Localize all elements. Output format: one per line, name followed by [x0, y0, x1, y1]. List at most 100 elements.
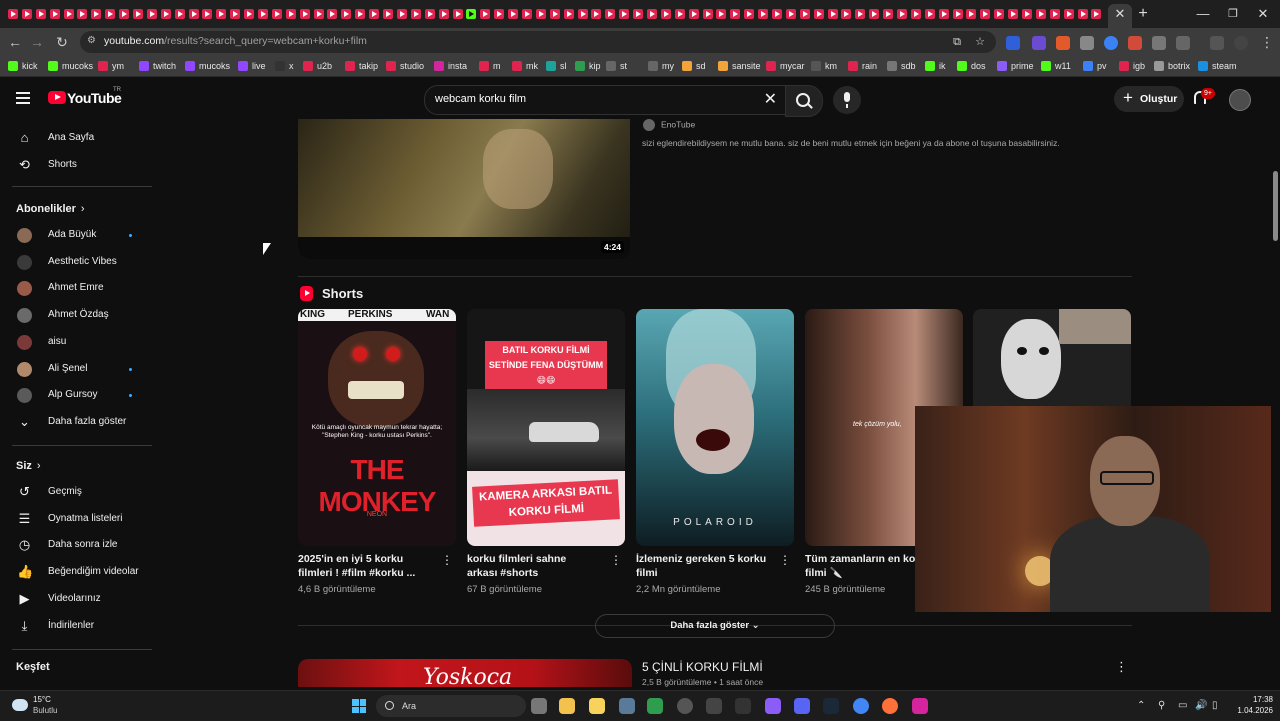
- youtube-tab[interactable]: [812, 7, 826, 21]
- bookmark-item[interactable]: st: [606, 59, 627, 73]
- youtube-tab[interactable]: [853, 7, 867, 21]
- bookmark-item[interactable]: sl: [546, 59, 567, 73]
- youtube-tab[interactable]: [256, 7, 270, 21]
- youtube-tab[interactable]: [867, 7, 881, 21]
- youtube-tab[interactable]: [89, 7, 103, 21]
- youtube-tab[interactable]: [159, 7, 173, 21]
- task-view-icon[interactable]: [531, 698, 547, 714]
- youtube-tab[interactable]: [589, 7, 603, 21]
- bookmark-item[interactable]: sansite: [718, 59, 761, 73]
- sidebar-item-you[interactable]: ▶ Videolarınız: [0, 588, 150, 610]
- youtube-tab[interactable]: [1034, 7, 1048, 21]
- extension-icon[interactable]: [1006, 36, 1020, 50]
- discord-icon[interactable]: [794, 698, 810, 714]
- youtube-tab[interactable]: [520, 7, 534, 21]
- sidebar-show-more[interactable]: ⌄ Daha fazla göster: [0, 411, 150, 433]
- bookmark-item[interactable]: takip: [345, 59, 378, 73]
- clear-search-icon[interactable]: ✕: [764, 89, 777, 109]
- bookmark-item[interactable]: sd: [682, 59, 706, 73]
- youtube-tab[interactable]: [1062, 7, 1076, 21]
- youtube-tab[interactable]: [562, 7, 576, 21]
- youtube-tab[interactable]: [117, 7, 131, 21]
- instagram-icon[interactable]: [912, 698, 928, 714]
- youtube-tab[interactable]: [742, 7, 756, 21]
- extensions-puzzle-icon[interactable]: [1176, 36, 1190, 50]
- minimize-button[interactable]: —: [1196, 5, 1210, 23]
- sidebar-item-you[interactable]: ◷ Daha sonra izle: [0, 534, 150, 556]
- youtube-tab[interactable]: [367, 7, 381, 21]
- youtube-tab[interactable]: [228, 7, 242, 21]
- youtube-tab[interactable]: [353, 7, 367, 21]
- bookmark-item[interactable]: mycar: [766, 59, 805, 73]
- clock-date[interactable]: 1.04.2026: [1220, 706, 1273, 715]
- sidebar-subscription[interactable]: Ahmet Emre: [0, 277, 150, 299]
- extension-icon[interactable]: [1032, 36, 1046, 50]
- short-title[interactable]: korku filmleri sahne arkası #shorts: [467, 552, 599, 580]
- weather-temp[interactable]: 15°C: [33, 695, 51, 704]
- youtube-tab[interactable]: [770, 7, 784, 21]
- youtube-tab[interactable]: [339, 7, 353, 21]
- youtube-tab[interactable]: [395, 7, 409, 21]
- app-icon[interactable]: [706, 698, 722, 714]
- channel-info[interactable]: EnoTube: [643, 119, 695, 131]
- bookmark-item[interactable]: dos: [957, 59, 986, 73]
- extension-icon[interactable]: [1080, 36, 1094, 50]
- youtube-tab[interactable]: [75, 7, 89, 21]
- bookmark-item[interactable]: ik: [925, 59, 946, 73]
- youtube-tab[interactable]: [923, 7, 937, 21]
- app-icon[interactable]: [765, 698, 781, 714]
- steam-icon[interactable]: [823, 698, 839, 714]
- page-scrollbar[interactable]: [1271, 119, 1280, 687]
- youtube-tab[interactable]: [173, 7, 187, 21]
- search-query-text[interactable]: webcam korku film: [435, 93, 526, 105]
- youtube-logo-icon[interactable]: [48, 91, 66, 104]
- sidebar-subscription[interactable]: Alp Gursoy: [0, 384, 150, 406]
- show-more-button[interactable]: Daha fazla göster ⌄: [595, 614, 835, 638]
- youtube-tab[interactable]: [576, 7, 590, 21]
- youtube-tab[interactable]: [298, 7, 312, 21]
- settings-app-icon[interactable]: [619, 698, 635, 714]
- youtube-tab[interactable]: [659, 7, 673, 21]
- battery-icon[interactable]: ▯: [1212, 699, 1218, 713]
- youtube-tab[interactable]: [145, 7, 159, 21]
- youtube-tab[interactable]: [492, 7, 506, 21]
- extension-icon[interactable]: [1128, 36, 1142, 50]
- youtube-tab[interactable]: [284, 7, 298, 21]
- youtube-tab[interactable]: [506, 7, 520, 21]
- file-explorer-icon[interactable]: [559, 698, 575, 714]
- create-button[interactable]: + Oluştur: [1114, 86, 1184, 112]
- youtube-tab[interactable]: [131, 7, 145, 21]
- channel-name[interactable]: EnoTube: [661, 119, 695, 129]
- channel-avatar[interactable]: [643, 119, 655, 131]
- clock-time[interactable]: 17:38: [1233, 695, 1273, 704]
- tab-close-icon[interactable]: ✕: [1113, 5, 1127, 23]
- bookmark-item[interactable]: sdb: [887, 59, 916, 73]
- youtube-tab[interactable]: [701, 7, 715, 21]
- tray-chevron-icon[interactable]: ⌃: [1137, 699, 1145, 713]
- youtube-tab[interactable]: [992, 7, 1006, 21]
- maximize-button[interactable]: ❐: [1226, 5, 1240, 23]
- cloud-icon[interactable]: [12, 699, 28, 711]
- youtube-tab[interactable]: [617, 7, 631, 21]
- more-options-icon[interactable]: ⋮: [441, 554, 453, 566]
- short-thumbnail[interactable]: POLAROID: [636, 309, 794, 546]
- bookmark-item[interactable]: twitch: [139, 59, 176, 73]
- bookmark-item[interactable]: kick: [8, 59, 38, 73]
- start-button[interactable]: [352, 699, 366, 713]
- youtube-tab[interactable]: [214, 7, 228, 21]
- youtube-tab[interactable]: [451, 7, 465, 21]
- scrollbar-thumb[interactable]: [1273, 171, 1278, 241]
- close-window-button[interactable]: ✕: [1256, 5, 1270, 23]
- youtube-tab[interactable]: [409, 7, 423, 21]
- youtube-tab[interactable]: [978, 7, 992, 21]
- youtube-tab[interactable]: [325, 7, 339, 21]
- profile-icon[interactable]: [1234, 36, 1248, 50]
- short-thumbnail[interactable]: KING PERKINS WAN Kötü amaçlı oyuncak may…: [298, 309, 456, 546]
- bookmark-item[interactable]: igb: [1119, 59, 1145, 73]
- reload-icon[interactable]: ↻: [52, 32, 72, 52]
- sidebar-item-you[interactable]: ↺ Geçmiş: [0, 481, 150, 503]
- youtube-tab[interactable]: [728, 7, 742, 21]
- youtube-tab[interactable]: [1006, 7, 1020, 21]
- short-title[interactable]: İzlemeniz gereken 5 korku filmi: [636, 552, 768, 580]
- sidebar-item-you[interactable]: ⤓ İndirilenler: [0, 615, 150, 637]
